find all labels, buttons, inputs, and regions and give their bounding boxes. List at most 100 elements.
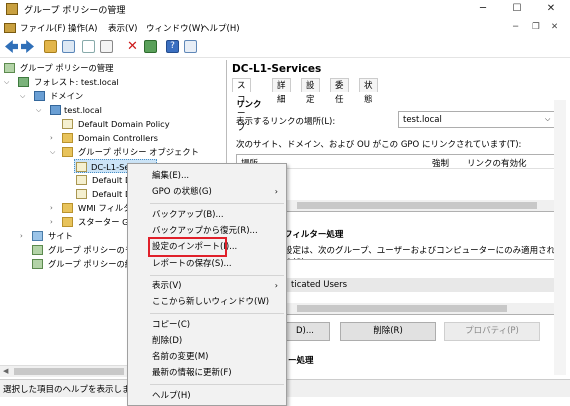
tree-gpo-folder[interactable]: ⌵ グループ ポリシー オブジェクト	[50, 145, 199, 159]
menu-separator	[150, 203, 284, 204]
submenu-arrow-icon: ›	[274, 187, 278, 196]
security-filter-heading: フィルター処理	[284, 230, 344, 240]
menu-item-backup[interactable]: バックアップ(B)...	[128, 207, 286, 223]
properties-icon[interactable]	[184, 40, 197, 53]
gpmc-app-icon	[6, 3, 18, 15]
properties-button[interactable]: プロパティ(P)	[444, 322, 540, 341]
collapse-icon[interactable]: ⌵	[36, 103, 41, 117]
starter-folder-icon	[62, 217, 73, 227]
menu-item-save-report[interactable]: レポートの保存(S)...	[128, 256, 286, 272]
maximize-button[interactable]: ☐	[500, 1, 534, 17]
tree-results[interactable]: グループ ポリシーの結果	[32, 257, 141, 271]
show-hide-tree-icon[interactable]	[62, 40, 75, 53]
toolbar: ✕ ?	[0, 36, 570, 58]
details-vertical-scrollbar[interactable]	[554, 100, 566, 375]
minimize-button[interactable]: ─	[466, 1, 500, 17]
modeling-icon	[32, 245, 43, 255]
expand-icon[interactable]: ›	[20, 229, 23, 243]
links-description: 次のサイト、ドメイン、および OU がこの GPO にリンクされています(T):	[236, 140, 522, 150]
scrollbar-thumb[interactable]	[297, 305, 507, 312]
tab-status[interactable]: 状態	[359, 78, 378, 105]
tree-forest[interactable]: ⌵ フォレスト: test.local	[4, 75, 119, 89]
menu-help[interactable]: ヘルプ(H)	[201, 22, 240, 34]
tree-sites[interactable]: › サイト	[20, 229, 73, 243]
menu-separator	[150, 384, 284, 385]
menu-action[interactable]: 操作(A)	[68, 22, 97, 34]
menu-file[interactable]: ファイル(F)	[20, 22, 66, 34]
tab-settings[interactable]: 設定	[301, 78, 320, 105]
close-button[interactable]: ✕	[534, 1, 568, 17]
tree-gpo-default-2[interactable]: Default D	[76, 187, 131, 201]
gpo-icon	[76, 175, 87, 185]
help-icon[interactable]: ?	[166, 40, 179, 53]
links-heading: リンク	[236, 100, 262, 110]
sites-icon	[32, 231, 43, 241]
tree-root[interactable]: グループ ポリシーの管理	[4, 61, 113, 75]
gpo-icon	[76, 162, 87, 172]
collapse-icon[interactable]: ⌵	[50, 145, 55, 159]
mmc-icon[interactable]	[4, 23, 16, 33]
menu-bar: ファイル(F) 操作(A) 表示(V) ウィンドウ(W) ヘルプ(H) ─ ❐ …	[0, 20, 570, 36]
menu-item-help[interactable]: ヘルプ(H)	[128, 388, 286, 404]
paste-icon[interactable]	[100, 40, 113, 53]
gpo-title: DC-L1-Services	[232, 63, 322, 75]
menu-item-rename[interactable]: 名前の変更(M)	[128, 349, 286, 365]
copy-icon[interactable]	[82, 40, 95, 53]
refresh-icon[interactable]	[144, 40, 157, 53]
delete-icon[interactable]: ✕	[126, 40, 139, 53]
title-bar: グループ ポリシーの管理 ─ ☐ ✕	[0, 0, 570, 18]
menu-item-refresh[interactable]: 最新の情報に更新(F)	[128, 365, 286, 381]
add-button[interactable]: D)...	[280, 322, 330, 341]
tree-domain-test-local[interactable]: ⌵ test.local	[36, 103, 102, 117]
collapse-icon[interactable]: ⌵	[20, 89, 25, 103]
menu-separator	[150, 313, 284, 314]
gpmc-icon	[4, 63, 15, 73]
tree-default-domain-policy[interactable]: Default Domain Policy	[62, 117, 170, 131]
inner-restore-button[interactable]: ❐	[532, 22, 540, 32]
expand-icon[interactable]: ›	[50, 215, 53, 229]
tree-domain-controllers[interactable]: › Domain Controllers	[50, 131, 158, 145]
expand-icon[interactable]: ›	[50, 131, 53, 145]
menu-item-view[interactable]: 表示(V) ›	[128, 278, 286, 294]
menu-item-gpo-status[interactable]: GPO の状態(G) ›	[128, 184, 286, 200]
tree-modeling[interactable]: グループ ポリシーのモデ	[32, 243, 141, 257]
scroll-left-icon[interactable]: ◀	[3, 367, 8, 375]
scrollbar-thumb[interactable]	[14, 368, 124, 375]
window-title: グループ ポリシーの管理	[24, 6, 126, 16]
inner-close-button[interactable]: ✕	[551, 22, 558, 32]
location-dropdown[interactable]: test.local ⌵	[398, 111, 556, 128]
gpo-folder-icon	[62, 147, 73, 157]
menu-separator	[150, 275, 284, 276]
tab-details[interactable]: 詳細	[272, 78, 291, 105]
collapse-icon[interactable]: ⌵	[4, 75, 9, 89]
wmi-filter-heading: ー処理	[288, 356, 314, 366]
col-link-enabled[interactable]: リンクの有効化	[467, 157, 527, 169]
expand-icon[interactable]: ›	[50, 201, 53, 215]
tree-domains[interactable]: ⌵ ドメイン	[20, 89, 83, 103]
tab-scope[interactable]: スコープ	[232, 78, 251, 133]
menu-item-copy[interactable]: コピー(C)	[128, 317, 286, 333]
menu-view[interactable]: 表示(V)	[108, 22, 137, 34]
menu-item-new-window[interactable]: ここから新しいウィンドウ(W)	[128, 294, 286, 310]
domains-icon	[34, 91, 45, 101]
domain-icon	[50, 105, 61, 115]
inner-minimize-button[interactable]: ─	[513, 22, 518, 32]
menu-item-edit[interactable]: 編集(E)...	[128, 168, 286, 184]
menu-window[interactable]: ウィンドウ(W)	[146, 22, 204, 34]
back-arrow-icon[interactable]	[5, 40, 18, 53]
remove-button[interactable]: 削除(R)	[340, 322, 436, 341]
tab-delegation[interactable]: 委任	[330, 78, 349, 105]
menu-item-delete[interactable]: 削除(D)	[128, 333, 286, 349]
gpo-link-icon	[62, 119, 73, 129]
submenu-arrow-icon: ›	[274, 281, 278, 290]
scrollbar-thumb[interactable]	[297, 202, 537, 209]
context-menu: 編集(E)... GPO の状態(G) › バックアップ(B)... バックアップ…	[127, 163, 287, 406]
forward-arrow-icon[interactable]	[21, 40, 34, 53]
results-icon	[32, 259, 43, 269]
up-folder-icon[interactable]	[44, 40, 57, 53]
highlight-annotation	[148, 237, 227, 257]
ou-icon	[62, 133, 73, 143]
tree-gpo-default-1[interactable]: Default D	[76, 173, 131, 187]
col-enforced[interactable]: 強制	[432, 157, 449, 169]
gpo-icon	[76, 189, 87, 199]
